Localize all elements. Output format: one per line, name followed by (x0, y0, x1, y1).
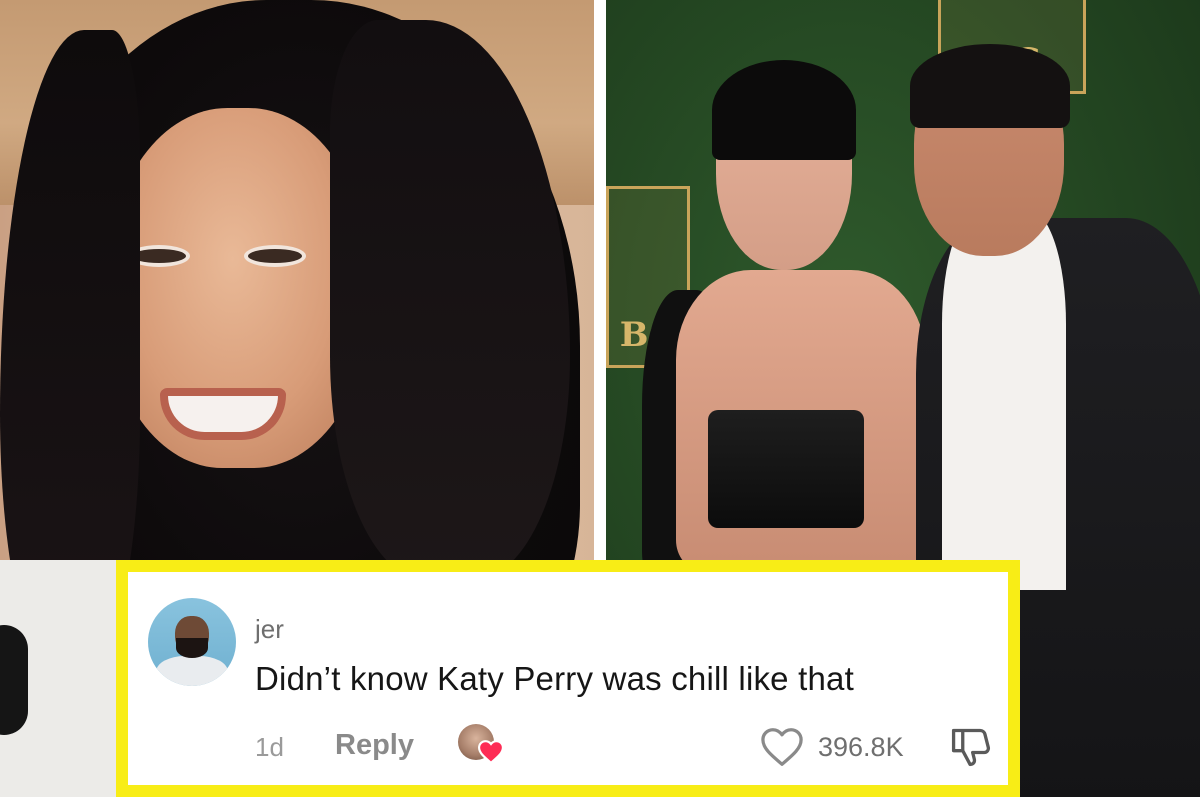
person-left-hair (712, 60, 856, 160)
heart-outline-icon[interactable] (760, 727, 804, 767)
creator-liked-badge (458, 724, 506, 764)
comment-card: jer Didn’t know Katy Perry was chill lik… (116, 560, 1020, 797)
like-count: 396.8K (818, 732, 904, 762)
reply-button[interactable]: Reply (335, 729, 414, 762)
person-right-turtleneck (942, 210, 1066, 590)
comment-text: Didn’t know Katy Perry was chill like th… (255, 660, 854, 697)
person-right-hair (910, 44, 1070, 128)
timestamp: 1d (255, 732, 284, 762)
avatar[interactable] (148, 598, 236, 686)
thumbs-down-icon[interactable] (948, 725, 994, 769)
right-eye (244, 245, 306, 267)
creator-heart-icon (478, 740, 504, 764)
person-left-top (708, 410, 864, 528)
microphone (0, 625, 28, 735)
avatar-beard (176, 638, 208, 658)
avatar-suit (156, 656, 228, 686)
username[interactable]: jer (255, 614, 284, 645)
